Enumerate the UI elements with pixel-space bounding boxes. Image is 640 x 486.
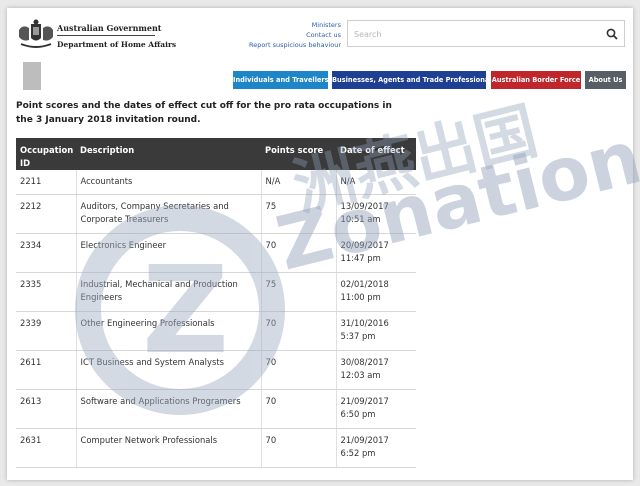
search-icon[interactable]: [606, 28, 618, 40]
col-header-occupation-id: Occupation ID: [16, 138, 76, 170]
cell-date-of-effect: 30/08/2017 12:03 am: [335, 350, 416, 390]
cell-occupation-id: 2631: [16, 428, 76, 468]
table-header-row: Occupation ID Description Points score D…: [16, 138, 416, 170]
nav-border-force[interactable]: Australian Border Force: [491, 71, 581, 89]
cell-date-of-effect: 13/09/2017 10:51 am: [335, 194, 416, 234]
cell-description: Other Engineering Professionals: [75, 311, 261, 351]
time-text: 5:37 pm: [340, 331, 376, 341]
table-row: 2335 Industrial, Mechanical and Productio…: [16, 272, 416, 312]
cell-date-of-effect: 21/09/2017 6:52 pm: [335, 428, 416, 468]
gov-name: Australian Government: [57, 23, 162, 33]
cell-occupation-id: 2211: [16, 170, 76, 195]
cell-date-of-effect: 21/09/2017 6:50 pm: [335, 389, 416, 429]
table-row: 2613 Software and Applications Programers…: [16, 389, 416, 429]
cell-points: 75: [260, 194, 336, 234]
cell-description: Software and Applications Programers: [75, 389, 261, 429]
cell-points: 70: [260, 311, 336, 351]
time-text: 6:52 pm: [340, 448, 376, 458]
cell-description: Accountants: [75, 170, 261, 195]
cell-occupation-id: 2335: [16, 272, 76, 312]
table-row: 2631 Computer Network Professionals 70 21/0…: [16, 428, 416, 468]
cell-date-of-effect: N/A: [335, 170, 416, 195]
cell-description: Electronics Engineer: [75, 233, 261, 273]
intro-text: Point scores and the dates of effect cut…: [16, 101, 392, 125]
date-text: 31/10/2016: [340, 317, 389, 328]
util-link-report[interactable]: Report suspicious behaviour: [249, 40, 341, 50]
util-link-ministers[interactable]: Ministers: [249, 20, 341, 30]
time-text: 12:03 am: [340, 370, 381, 380]
cell-occupation-id: 2613: [16, 389, 76, 429]
cell-date-of-effect: 31/10/2016 5:37 pm: [335, 311, 416, 351]
table-row: 2212 Auditors, Company Secretaries and Co…: [16, 194, 416, 234]
department-name: Department of Home Affairs: [57, 40, 177, 49]
time-text: 6:50 pm: [340, 409, 376, 419]
col-header-description: Description: [76, 138, 261, 170]
cell-description: Industrial, Mechanical and Production En…: [75, 272, 261, 312]
search-input[interactable]: [354, 27, 594, 41]
table-row: 2611 ICT Business and System Analysts 70 30…: [16, 350, 416, 390]
cell-description: ICT Business and System Analysts: [75, 350, 261, 390]
menu-toggle[interactable]: [23, 62, 41, 90]
utility-links: Ministers Contact us Report suspicious b…: [249, 20, 341, 50]
page: Australian Government Department of Home…: [7, 8, 633, 480]
cell-points: 70: [260, 350, 336, 390]
time-text: 10:51 am: [340, 214, 381, 224]
coat-of-arms-icon[interactable]: [13, 18, 59, 52]
table-row: 2339 Other Engineering Professionals 70 31/…: [16, 311, 416, 351]
search-box: [347, 20, 625, 47]
cell-date-of-effect: 20/09/2017 11:47 pm: [335, 233, 416, 273]
cell-description: Auditors, Company Secretaries and Corpor…: [75, 194, 261, 234]
nav-businesses[interactable]: Businesses, Agents and Trade Professiona…: [332, 71, 496, 89]
nav-about[interactable]: About Us: [585, 71, 626, 89]
date-text: 02/01/2018: [340, 278, 389, 289]
time-text: 11:47 pm: [340, 253, 381, 263]
time-text: 11:00 pm: [340, 292, 381, 302]
date-text: 21/09/2017: [340, 395, 389, 406]
util-link-contact[interactable]: Contact us: [249, 30, 341, 40]
col-header-date: Date of effect: [336, 138, 416, 170]
date-text: 30/08/2017: [340, 356, 389, 367]
cell-points: 70: [260, 233, 336, 273]
scores-table: Occupation ID Description Points score D…: [16, 138, 416, 468]
nav-individuals[interactable]: Individuals and Travellers: [233, 71, 329, 89]
cell-points: N/A: [260, 170, 336, 195]
site-header: Australian Government Department of Home…: [7, 8, 633, 92]
cell-points: 75: [260, 272, 336, 312]
cell-occupation-id: 2212: [16, 194, 76, 234]
gov-divider: [57, 35, 155, 36]
cell-occupation-id: 2334: [16, 233, 76, 273]
date-text: 20/09/2017: [340, 239, 389, 250]
date-text: 21/09/2017: [340, 434, 389, 445]
table-row: 2211 Accountants N/A N/A: [16, 170, 416, 195]
cell-points: 70: [260, 428, 336, 468]
cell-occupation-id: 2611: [16, 350, 76, 390]
cell-points: 70: [260, 389, 336, 429]
date-text: N/A: [340, 176, 356, 186]
cell-description: Computer Network Professionals: [75, 428, 261, 468]
cell-date-of-effect: 02/01/2018 11:00 pm: [335, 272, 416, 312]
table-row: 2334 Electronics Engineer 70 20/09/2017 11:4…: [16, 233, 416, 273]
cell-occupation-id: 2339: [16, 311, 76, 351]
col-header-points: Points score: [261, 138, 336, 170]
date-text: 13/09/2017: [340, 200, 389, 211]
